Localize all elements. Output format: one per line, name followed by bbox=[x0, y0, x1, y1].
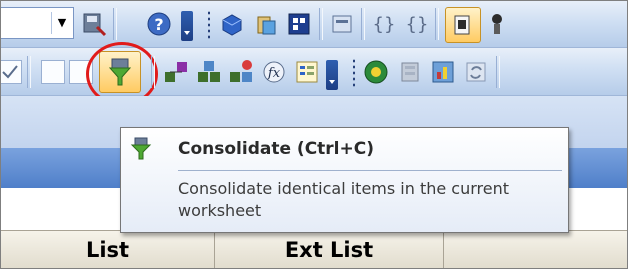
toolbar-overflow-chevron[interactable] bbox=[181, 11, 193, 41]
paste-special-icon[interactable] bbox=[445, 7, 481, 43]
column-header-empty[interactable] bbox=[444, 231, 627, 268]
network-copy-icon[interactable] bbox=[194, 57, 224, 87]
database-icon[interactable] bbox=[395, 57, 425, 87]
network-paste-icon[interactable] bbox=[161, 57, 191, 87]
chevron-down-icon[interactable]: ▼ bbox=[51, 12, 72, 34]
name-box[interactable]: ▼ bbox=[1, 7, 74, 39]
brace-right-icon[interactable]: {} bbox=[402, 9, 432, 39]
toolbar-separator bbox=[113, 8, 117, 40]
network-add-icon[interactable] bbox=[226, 57, 256, 87]
network-chart-icon[interactable] bbox=[428, 57, 458, 87]
brace-left-icon[interactable]: {} bbox=[369, 9, 399, 39]
toolbar-separator bbox=[435, 8, 439, 40]
extra-icon[interactable] bbox=[485, 9, 505, 39]
column-header-row: List Ext List bbox=[1, 230, 627, 268]
consolidate-icon bbox=[130, 137, 152, 160]
window-icon[interactable] bbox=[327, 9, 357, 39]
svg-text:{}: {} bbox=[373, 14, 396, 35]
toolbar-separator bbox=[496, 56, 500, 88]
grid-icon[interactable] bbox=[284, 9, 314, 39]
checkbox-icon[interactable] bbox=[1, 60, 22, 84]
column-header-list[interactable]: List bbox=[1, 231, 215, 268]
box-icon[interactable] bbox=[217, 9, 247, 39]
globe-icon[interactable] bbox=[361, 57, 391, 87]
toolbar-separator bbox=[361, 8, 365, 40]
svg-text:{}: {} bbox=[406, 14, 429, 35]
save-network-icon[interactable] bbox=[79, 9, 109, 39]
help-icon[interactable]: ? bbox=[144, 9, 174, 39]
checkbox-icon[interactable] bbox=[41, 60, 65, 84]
toolbar-separator bbox=[27, 56, 31, 88]
refresh-icon[interactable] bbox=[461, 57, 491, 87]
tooltip-title: Consolidate (Ctrl+C) bbox=[178, 139, 374, 159]
toolbar-overflow-chevron[interactable] bbox=[326, 60, 338, 90]
toolbar-separator bbox=[319, 8, 323, 40]
svg-text:?: ? bbox=[154, 15, 163, 34]
column-header-ext-list[interactable]: Ext List bbox=[215, 231, 444, 268]
tooltip-description: Consolidate identical items in the curre… bbox=[178, 179, 510, 220]
clipboard-copy-icon[interactable] bbox=[251, 9, 281, 39]
tooltip-divider bbox=[178, 170, 562, 171]
formula-icon[interactable]: fx bbox=[259, 57, 289, 87]
tooltip: Consolidate (Ctrl+C) Consolidate identic… bbox=[120, 127, 569, 233]
toolbar-row-1: ▼ ? {} {} bbox=[1, 1, 627, 48]
svg-text:fx: fx bbox=[267, 66, 281, 81]
toolbar-separator bbox=[151, 56, 155, 88]
app-window: ▼ ? {} {} fx List Ext List Consolidate (… bbox=[0, 0, 628, 269]
toolbar-grip[interactable] bbox=[207, 10, 211, 40]
toolbar-grip[interactable] bbox=[352, 58, 356, 88]
table-list-icon[interactable] bbox=[292, 57, 322, 87]
